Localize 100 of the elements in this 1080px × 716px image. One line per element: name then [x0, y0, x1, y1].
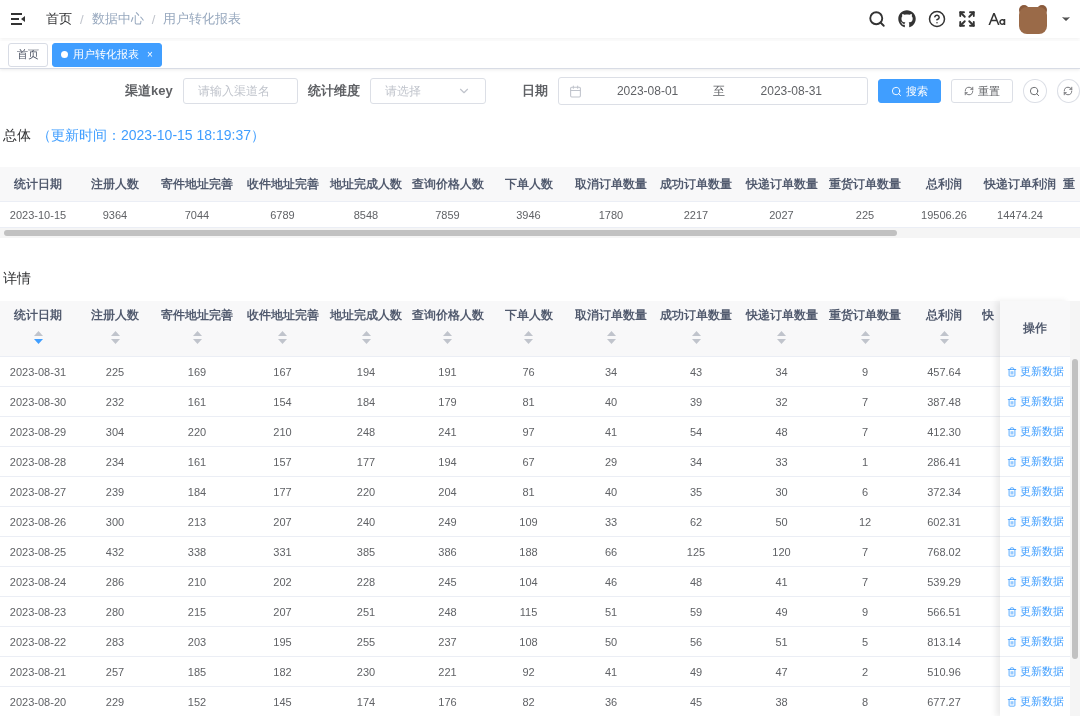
- table-cell: 7: [824, 386, 906, 417]
- sort-icon[interactable]: [110, 331, 120, 344]
- table-cell: 385: [325, 536, 407, 567]
- breadcrumb-separator: /: [80, 11, 84, 27]
- section-title: 总体: [3, 127, 31, 145]
- table-cell: 215: [154, 596, 240, 627]
- table-cell: 221: [407, 656, 488, 687]
- column-header: 下单人数: [504, 309, 553, 321]
- table-cell: 245: [407, 566, 488, 597]
- dimension-select[interactable]: 请选择: [370, 78, 487, 104]
- menu-icon[interactable]: [10, 12, 26, 26]
- table-cell: 76: [488, 356, 569, 387]
- font-size-icon[interactable]: [988, 10, 1006, 28]
- search-toggle-button[interactable]: [1023, 79, 1047, 103]
- table-cell: 3946: [488, 201, 569, 228]
- table-cell: 7: [824, 566, 906, 597]
- sort-icon[interactable]: [860, 331, 870, 344]
- update-data-link[interactable]: 更新数据: [1006, 664, 1064, 679]
- table-cell: 9: [824, 596, 906, 627]
- column-header: 总利润: [906, 167, 982, 202]
- table-cell: 2023-08-24: [0, 566, 76, 597]
- table-cell: 207: [240, 596, 325, 627]
- update-data-link[interactable]: 更新数据: [1006, 694, 1064, 709]
- sort-icon[interactable]: [33, 331, 43, 344]
- column-header: 注册人数: [76, 167, 154, 202]
- sort-icon[interactable]: [777, 331, 786, 344]
- sort-icon[interactable]: [361, 331, 371, 344]
- column-header: 收件地址完善: [246, 309, 319, 321]
- section-title: 详情: [3, 270, 31, 288]
- update-data-link[interactable]: 更新数据: [1006, 514, 1064, 529]
- update-data-link[interactable]: 更新数据: [1006, 394, 1064, 409]
- table-cell: 154: [240, 386, 325, 417]
- table-cell: 2023-08-29: [0, 416, 76, 447]
- table-cell: 8: [824, 686, 906, 716]
- table-cell: 2023-08-27: [0, 476, 76, 507]
- breadcrumb-item[interactable]: 首页: [46, 10, 72, 28]
- scrollbar[interactable]: [1070, 301, 1080, 716]
- table-cell: 6789: [240, 201, 325, 228]
- table-cell: 194: [325, 356, 407, 387]
- table-cell: 7859: [407, 201, 488, 228]
- scrollbar[interactable]: [0, 228, 1080, 238]
- search-button[interactable]: 搜索: [878, 79, 942, 103]
- reset-button[interactable]: 重置: [951, 79, 1014, 103]
- github-icon[interactable]: [898, 10, 916, 28]
- table-cell: 249: [407, 506, 488, 537]
- table-cell: 1780: [569, 201, 653, 228]
- table-cell: 283: [76, 626, 154, 657]
- update-data-link[interactable]: 更新数据: [1006, 454, 1064, 469]
- table-cell: 14474.24: [982, 201, 1058, 228]
- table-cell: 9: [824, 356, 906, 387]
- update-data-link[interactable]: 更新数据: [1006, 634, 1064, 649]
- update-data-link[interactable]: 更新数据: [1006, 364, 1064, 379]
- breadcrumb-item[interactable]: 数据中心: [91, 10, 144, 28]
- update-data-link[interactable]: 更新数据: [1006, 604, 1064, 619]
- table-cell: 602.31: [906, 506, 982, 537]
- sort-icon[interactable]: [606, 331, 616, 344]
- table-cell: 677.27: [906, 686, 982, 716]
- table-cell: 2: [824, 656, 906, 687]
- table-cell: 194: [407, 446, 488, 477]
- channel-input[interactable]: 请输入渠道名: [182, 78, 299, 104]
- update-data-link[interactable]: 更新数据: [1006, 484, 1064, 499]
- update-data-link[interactable]: 更新数据: [1006, 574, 1064, 589]
- table-cell: 145: [240, 686, 325, 716]
- sort-icon[interactable]: [192, 331, 202, 344]
- refresh-button[interactable]: [1056, 79, 1080, 103]
- update-data-link[interactable]: 更新数据: [1006, 544, 1064, 559]
- sort-icon[interactable]: [524, 331, 533, 344]
- table-cell: 120: [739, 536, 824, 567]
- search-icon[interactable]: [868, 10, 886, 28]
- table-cell: 41: [569, 416, 653, 447]
- trash-icon: [1006, 666, 1017, 677]
- table-cell: 7: [824, 416, 906, 447]
- table-cell: 304: [76, 416, 154, 447]
- table-cell: 34: [739, 356, 824, 387]
- sort-icon[interactable]: [443, 331, 452, 344]
- table-cell: 220: [154, 416, 240, 447]
- table-cell: 30: [739, 476, 824, 507]
- fullscreen-icon[interactable]: [958, 10, 976, 28]
- date-range-field[interactable]: 2023-08-01 至 2023-08-31: [557, 77, 869, 105]
- field-label: 渠道key: [125, 82, 173, 100]
- help-icon[interactable]: [928, 10, 946, 28]
- table-cell: 432: [76, 536, 154, 567]
- table-cell: 152: [154, 686, 240, 716]
- update-data-link[interactable]: 更新数据: [1006, 424, 1064, 439]
- close-icon[interactable]: ×: [147, 49, 153, 60]
- table-cell: 188: [488, 536, 569, 567]
- table-cell: 232: [76, 386, 154, 417]
- tab[interactable]: 用户转化报表 ×: [52, 42, 162, 67]
- table-cell: 2023-08-22: [0, 626, 76, 657]
- table-cell: 35: [653, 476, 739, 507]
- sort-icon[interactable]: [939, 331, 949, 344]
- table-cell: 41: [739, 566, 824, 597]
- table-cell: 286: [76, 566, 154, 597]
- table-cell: 179: [407, 386, 488, 417]
- sort-icon[interactable]: [278, 331, 287, 344]
- trash-icon: [1006, 636, 1017, 647]
- tab[interactable]: 首页: [8, 42, 48, 67]
- avatar[interactable]: [1018, 4, 1048, 34]
- sort-icon[interactable]: [691, 331, 701, 344]
- table-cell: 457.64: [906, 356, 982, 387]
